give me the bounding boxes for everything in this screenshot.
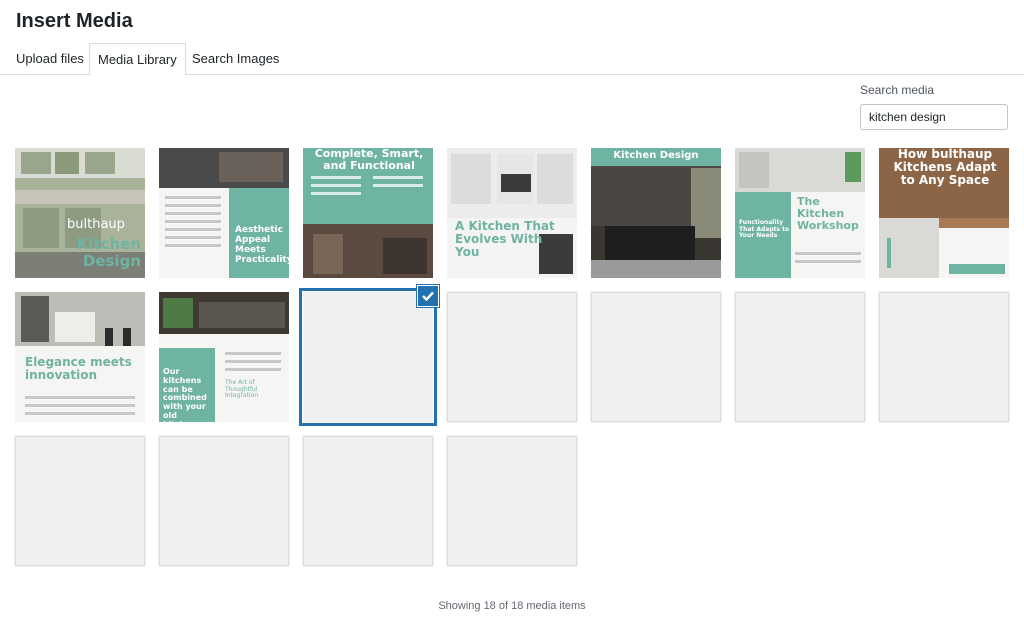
media-thumbnail[interactable] xyxy=(591,292,721,422)
media-thumbnail[interactable]: Elegance meets innovation xyxy=(15,292,145,422)
media-thumbnail[interactable]: A Kitchen That Evolves With You xyxy=(447,148,577,278)
tab-search-images[interactable]: Search Images xyxy=(184,43,287,75)
thumbnail-title: How bulthaup Kitchens Adapt to Any Space xyxy=(893,148,997,188)
media-thumbnail[interactable]: Functionality That Adapts to Your Needs … xyxy=(735,148,865,278)
thumbnail-title: Aesthetic Appeal Meets Practicality xyxy=(235,225,289,265)
media-thumbnail[interactable] xyxy=(15,436,145,566)
tab-media-library[interactable]: Media Library xyxy=(89,43,186,76)
thumbnail-title: Our kitchens can be combined with your o… xyxy=(163,367,207,422)
media-library-content: Search media bulthaup Kitchen Design xyxy=(0,75,1024,631)
media-count-status: Showing 18 of 18 media items xyxy=(438,600,586,612)
tab-upload-files[interactable]: Upload files xyxy=(8,43,92,75)
search-media-input[interactable] xyxy=(860,104,1008,130)
media-thumbnail[interactable]: Complete, Smart, and Functional xyxy=(303,148,433,278)
thumbnail-title: Kitchen Design xyxy=(613,150,699,161)
media-thumbnail[interactable]: Our kitchens can be combined with your o… xyxy=(159,292,289,422)
thumbnail-title: Kitchen Design xyxy=(76,235,141,270)
media-thumbnail[interactable] xyxy=(159,436,289,566)
thumbnail-image xyxy=(591,148,721,278)
media-thumbnail[interactable]: How bulthaup Kitchens Adapt to Any Space xyxy=(879,148,1009,278)
media-thumbnail[interactable] xyxy=(447,436,577,566)
media-thumbnail[interactable]: Kitchen Design xyxy=(591,148,721,278)
media-thumbnail-selected[interactable] xyxy=(303,292,433,422)
thumbnail-title: The Kitchen Workshop xyxy=(797,195,859,233)
modal-header: Insert Media xyxy=(0,0,1024,42)
thumbnail-title: Elegance meets innovation xyxy=(25,355,132,383)
thumbnail-subtitle: Functionality That Adapts to Your Needs xyxy=(739,219,790,240)
search-media-label: Search media xyxy=(860,83,935,97)
thumbnail-title: Complete, Smart, and Functional xyxy=(314,148,424,173)
selected-check-icon[interactable] xyxy=(417,285,439,307)
media-tabs: Upload files Media Library Search Images xyxy=(0,43,1024,76)
media-thumbnail[interactable] xyxy=(735,292,865,422)
thumbnail-subtitle: bulthaup xyxy=(67,217,125,232)
modal-title: Insert Media xyxy=(16,10,133,32)
thumbnail-subtitle: The Art of Thoughtful Integration xyxy=(225,379,259,400)
media-thumbnail[interactable] xyxy=(879,292,1009,422)
media-thumbnail[interactable] xyxy=(447,292,577,422)
media-thumbnail[interactable]: bulthaup Kitchen Design xyxy=(15,148,145,278)
media-thumbnail[interactable]: Aesthetic Appeal Meets Practicality xyxy=(159,148,289,278)
thumbnail-title: A Kitchen That Evolves With You xyxy=(455,219,555,260)
media-thumbnail[interactable] xyxy=(303,436,433,566)
